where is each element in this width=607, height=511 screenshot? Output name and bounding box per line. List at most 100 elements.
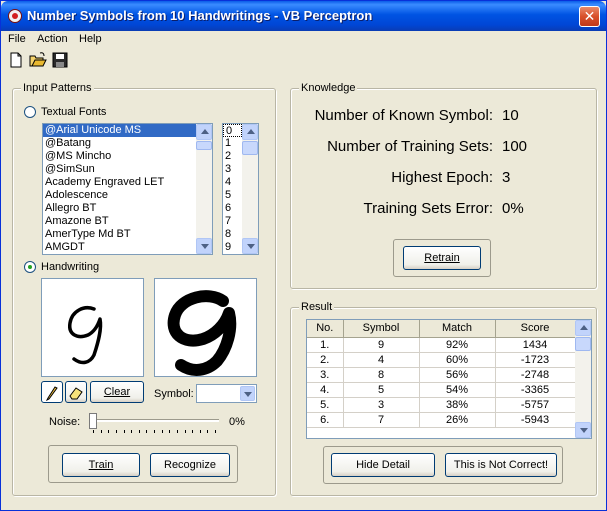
train-button[interactable]: Train xyxy=(62,453,140,477)
digit-listbox[interactable]: 0123456789 xyxy=(222,123,259,255)
retrain-button[interactable]: Retrain xyxy=(403,246,481,270)
knowledge-value: 10 xyxy=(502,107,519,124)
app-icon[interactable] xyxy=(8,9,22,23)
scroll-thumb[interactable] xyxy=(242,141,258,155)
digit-list-item[interactable]: 5 xyxy=(223,189,242,202)
digit-list-item[interactable]: 4 xyxy=(223,176,242,189)
font-listbox[interactable]: @Arial Unicode MS @Batang @MS Mincho @SimSu… xyxy=(42,123,213,255)
table-cell: 60% xyxy=(419,352,496,368)
handwriting-label: Handwriting xyxy=(41,261,100,273)
table-row[interactable]: 3. 8 56% -2748 xyxy=(307,367,576,383)
noise-slider[interactable] xyxy=(89,413,219,435)
save-disk-icon[interactable] xyxy=(51,51,69,69)
scroll-down-arrow-icon[interactable] xyxy=(242,238,258,254)
table-row[interactable]: 2. 4 60% -1723 xyxy=(307,352,576,368)
font-list-item[interactable]: @MS Mincho xyxy=(43,150,212,163)
table-row[interactable]: 5. 3 38% -5757 xyxy=(307,397,576,413)
digit-list-item[interactable]: 6 xyxy=(223,202,242,215)
chevron-down-icon[interactable] xyxy=(240,386,255,401)
table-cell: 8 xyxy=(343,367,420,383)
menu-action[interactable]: Action xyxy=(37,33,68,45)
not-correct-button-label: This is Not Correct! xyxy=(453,459,549,471)
handwriting-canvas[interactable] xyxy=(41,278,144,377)
table-cell: 9 xyxy=(343,337,420,353)
slider-tick xyxy=(154,430,155,433)
table-cell: 3. xyxy=(307,367,344,383)
symbol-combo[interactable] xyxy=(196,384,257,403)
eraser-icon xyxy=(69,387,83,400)
digit-list-item[interactable]: 7 xyxy=(223,215,242,228)
table-row[interactable]: 4. 5 54% -3365 xyxy=(307,382,576,398)
scroll-up-arrow-icon[interactable] xyxy=(575,320,591,336)
digit-list-item[interactable]: 9 xyxy=(223,241,242,254)
pattern-preview-digit xyxy=(167,290,237,376)
handwriting-radio[interactable] xyxy=(24,261,36,273)
table-cell: -1723 xyxy=(495,352,576,368)
result-group: Result No. Symbol Match Score 1. 9 92% 1434 2. 4… xyxy=(290,301,597,496)
digit-list-item[interactable]: 8 xyxy=(223,228,242,241)
hide-detail-button[interactable]: Hide Detail xyxy=(331,453,435,477)
slider-tick xyxy=(199,430,201,433)
scroll-down-arrow-icon[interactable] xyxy=(196,238,212,254)
slider-thumb[interactable] xyxy=(89,413,97,429)
train-button-label: Train xyxy=(88,459,114,471)
not-correct-button[interactable]: This is Not Correct! xyxy=(445,453,557,477)
font-list-item[interactable]: Adolescence xyxy=(43,189,212,202)
font-list-item[interactable]: Amazone BT xyxy=(43,215,212,228)
font-list-item[interactable]: Allegro BT xyxy=(43,202,212,215)
table-cell: 4 xyxy=(343,352,420,368)
recognize-button[interactable]: Recognize xyxy=(150,453,230,477)
digit-list-item[interactable]: 1 xyxy=(223,137,242,150)
result-table[interactable]: No. Symbol Match Score 1. 9 92% 1434 2. 4 60% -172… xyxy=(306,319,592,439)
font-list-item[interactable]: AmerType Md BT xyxy=(43,228,212,241)
font-list-item[interactable]: @Arial Unicode MS xyxy=(43,124,212,137)
slider-tick xyxy=(131,430,133,433)
digit-list-item[interactable]: 2 xyxy=(223,150,242,163)
new-file-icon[interactable] xyxy=(7,51,25,69)
scroll-down-arrow-icon[interactable] xyxy=(575,422,591,438)
result-body: 1. 9 92% 1434 2. 4 60% -1723 3. 8 56% -2748 4. 5 54% -3… xyxy=(307,337,576,428)
table-row[interactable]: 6. 7 26% -5943 xyxy=(307,412,576,428)
slider-tick xyxy=(115,430,117,433)
table-cell: 92% xyxy=(419,337,496,353)
font-list-item[interactable]: AMGDT xyxy=(43,241,212,254)
pencil-tool-button[interactable] xyxy=(41,381,63,403)
symbol-label: Symbol: xyxy=(154,388,194,400)
result-column-header[interactable]: No. xyxy=(307,320,344,338)
knowledge-value: 0% xyxy=(502,200,524,217)
handwritten-digit-sketch xyxy=(68,306,103,365)
scroll-thumb[interactable] xyxy=(575,337,591,351)
result-column-header[interactable]: Match xyxy=(419,320,496,338)
font-list-item[interactable]: @Batang xyxy=(43,137,212,150)
close-button[interactable]: ✕ xyxy=(579,6,600,27)
hide-detail-button-label: Hide Detail xyxy=(356,459,410,471)
scroll-up-arrow-icon[interactable] xyxy=(242,124,258,140)
clear-button[interactable]: Clear xyxy=(90,381,144,403)
digit-list-item[interactable]: 0 xyxy=(223,124,242,137)
menu-file[interactable]: File xyxy=(8,33,26,45)
font-list-item[interactable]: Academy Engraved LET xyxy=(43,176,212,189)
knowledge-value: 100 xyxy=(502,138,528,155)
font-list-scrollbar[interactable] xyxy=(196,124,212,254)
title-bar[interactable]: Number Symbols from 10 Handwritings - VB… xyxy=(1,1,606,31)
slider-track xyxy=(89,419,219,422)
table-cell: 5 xyxy=(343,382,420,398)
result-scrollbar[interactable] xyxy=(575,320,591,438)
digit-list-scrollbar[interactable] xyxy=(242,124,258,254)
clear-button-label: Clear xyxy=(103,386,131,398)
eraser-tool-button[interactable] xyxy=(65,381,87,403)
digit-list-item[interactable]: 3 xyxy=(223,163,242,176)
font-list-item[interactable]: @SimSun xyxy=(43,163,212,176)
scroll-thumb[interactable] xyxy=(196,141,212,150)
table-row[interactable]: 1. 9 92% 1434 xyxy=(307,337,576,353)
table-cell: -3365 xyxy=(495,382,576,398)
result-column-header[interactable]: Symbol xyxy=(343,320,420,338)
knowledge-group: Knowledge Number of Known Symbol: 10 Numbe… xyxy=(290,82,597,289)
open-folder-icon[interactable] xyxy=(29,51,47,69)
scroll-up-arrow-icon[interactable] xyxy=(196,124,212,140)
table-cell: 1434 xyxy=(495,337,576,353)
pattern-preview xyxy=(154,278,257,377)
textual-fonts-radio[interactable] xyxy=(24,106,36,118)
menu-help[interactable]: Help xyxy=(79,33,102,45)
result-column-header[interactable]: Score xyxy=(495,320,576,338)
